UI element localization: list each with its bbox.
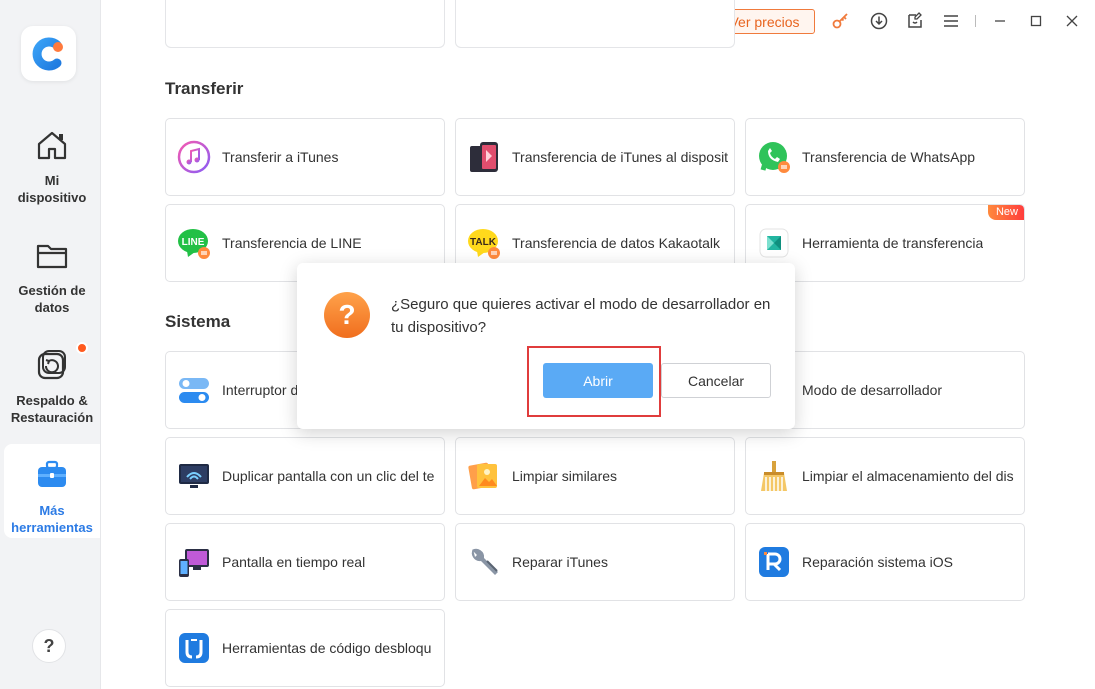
line-icon: LINE <box>176 225 212 261</box>
tool-card-label: Limpiar el almacenamiento del dis <box>802 468 1014 484</box>
sidebar-item-label: Respaldo & Restauración <box>10 393 94 425</box>
sidebar-item-more-tools[interactable]: Más herramientas <box>4 444 100 538</box>
backup-icon <box>35 348 69 382</box>
partial-card[interactable] <box>165 0 445 48</box>
tool-card-label: Transferencia de WhatsApp <box>802 149 976 165</box>
download-icon[interactable] <box>869 11 889 31</box>
tool-card-label: Reparar iTunes <box>512 554 608 570</box>
sidebar-item-label: Mi dispositivo <box>17 173 87 205</box>
cancel-button[interactable]: Cancelar <box>661 363 771 398</box>
sidebar-item-label: Gestión de datos <box>18 283 86 315</box>
section-title-transfer: Transferir <box>165 79 244 98</box>
confirm-dialog: ? ¿Seguro que quieres activar el modo de… <box>297 263 795 429</box>
new-badge: New <box>987 205 1024 220</box>
dialog-message: ¿Seguro que quieres activar el modo de d… <box>391 296 771 336</box>
switch-icon <box>176 372 212 408</box>
open-button[interactable]: Abrir <box>543 363 653 398</box>
wrench-icon <box>466 544 502 580</box>
itunes-icon <box>176 139 212 175</box>
view-prices-label: Ver precios <box>729 13 800 30</box>
tool-card-transfer-to-itunes[interactable]: Transferir a iTunes <box>165 118 445 196</box>
itunes-device-icon <box>466 139 502 175</box>
tool-card-realtime-screen[interactable]: Pantalla en tiempo real <box>165 523 445 601</box>
tool-card-label: Transferir a iTunes <box>222 149 339 165</box>
titlebar-divider <box>975 15 976 27</box>
tool-card-clean-similar[interactable]: Limpiar similares <box>455 437 735 515</box>
transfer-tool-icon <box>756 225 792 261</box>
whatsapp-icon <box>756 139 792 175</box>
tool-card-label: Transferencia de LINE <box>222 235 362 251</box>
app-logo <box>21 26 76 81</box>
menu-icon[interactable] <box>941 11 961 31</box>
help-button[interactable]: ? <box>32 629 66 663</box>
folder-icon <box>35 238 69 272</box>
toolbox-icon <box>35 458 69 492</box>
question-icon: ? <box>323 291 371 339</box>
notification-dot <box>76 342 88 354</box>
tool-card-whatsapp-transfer[interactable]: Transferencia de WhatsApp <box>745 118 1025 196</box>
maximize-icon[interactable] <box>1026 11 1046 31</box>
ios-repair-icon <box>756 544 792 580</box>
svg-text:TALK: TALK <box>470 237 497 248</box>
tool-card-label: Herramientas de código desbloqu <box>222 640 432 656</box>
tool-card-unlock-code[interactable]: Herramientas de código desbloqu <box>165 609 445 687</box>
tool-card-label: Duplicar pantalla con un clic del te <box>222 468 435 484</box>
minimize-icon[interactable] <box>990 11 1010 31</box>
tool-card-label: Reparación sistema iOS <box>802 554 953 570</box>
unlock-code-icon <box>176 630 212 666</box>
tool-card-label: Transferencia de datos Kakaotalk <box>512 235 721 251</box>
close-icon[interactable] <box>1062 11 1082 31</box>
realtime-screen-icon <box>176 544 212 580</box>
broom-icon <box>756 458 792 494</box>
mirror-icon <box>176 458 212 494</box>
help-icon: ? <box>43 635 55 656</box>
tool-card-label: Interruptor d <box>222 382 299 398</box>
partial-card[interactable] <box>455 0 735 48</box>
sidebar: Mi dispositivo Gestión de datos Respaldo… <box>0 0 101 689</box>
tool-card-label: Limpiar similares <box>512 468 618 484</box>
tool-card-label: Herramienta de transferencia <box>802 235 984 251</box>
svg-text:LINE: LINE <box>182 237 205 248</box>
tool-card-label: Transferencia de iTunes al disposit <box>512 149 729 165</box>
tool-card-label: Pantalla en tiempo real <box>222 554 366 570</box>
tool-card-repair-itunes[interactable]: Reparar iTunes <box>455 523 735 601</box>
tool-card-clean-storage[interactable]: Limpiar el almacenamiento del dis <box>745 437 1025 515</box>
tool-card-itunes-to-device[interactable]: Transferencia de iTunes al disposit <box>455 118 735 196</box>
photos-icon <box>466 458 502 494</box>
section-title-system: Sistema <box>165 312 231 331</box>
feedback-icon[interactable] <box>905 11 925 31</box>
home-icon <box>35 128 69 162</box>
sidebar-item-my-device[interactable]: Mi dispositivo <box>4 114 100 222</box>
tool-card-ios-system-repair[interactable]: Reparación sistema iOS <box>745 523 1025 601</box>
sidebar-item-data-management[interactable]: Gestión de datos <box>4 224 100 332</box>
svg-text:?: ? <box>338 299 355 330</box>
sidebar-item-label: Más herramientas <box>11 503 93 535</box>
kakaotalk-icon: TALK <box>466 225 502 261</box>
tool-card-label: Modo de desarrollador <box>802 382 943 398</box>
key-icon[interactable] <box>831 11 851 31</box>
tool-card-screen-mirror[interactable]: Duplicar pantalla con un clic del te <box>165 437 445 515</box>
